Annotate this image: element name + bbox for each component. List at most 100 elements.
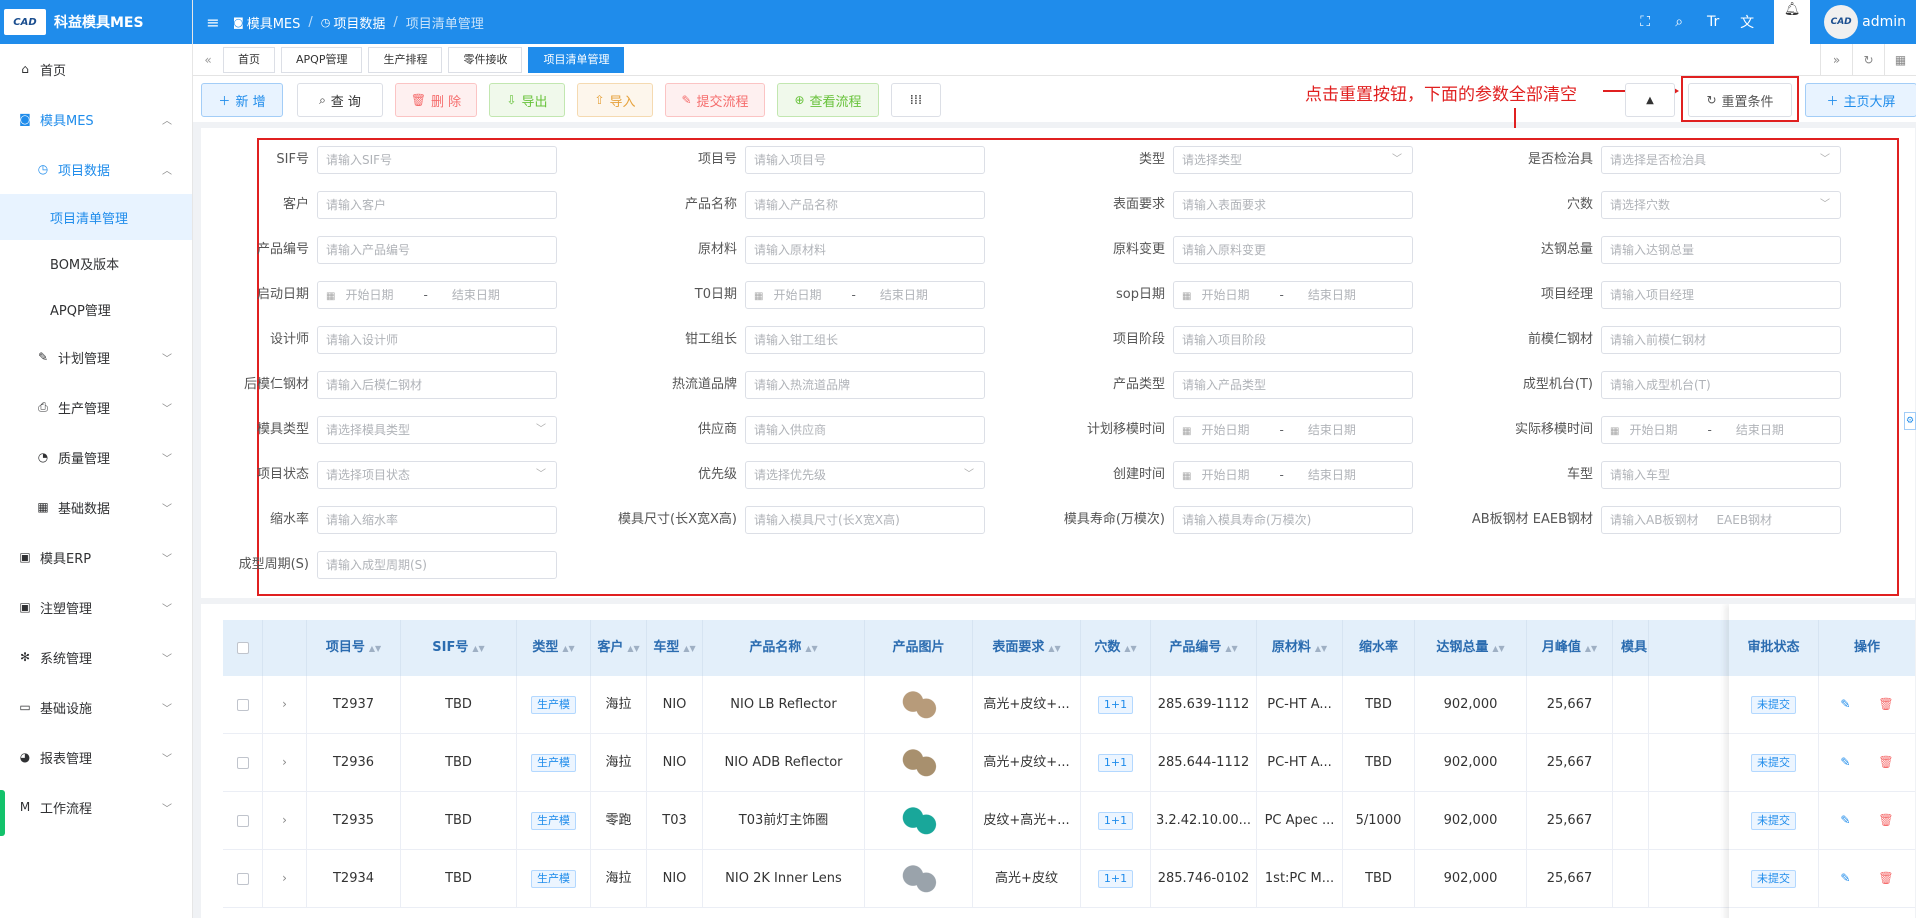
filter-input[interactable]: 请输入SIF号 [317, 146, 557, 174]
menu-toggle-icon[interactable]: ≡ [193, 13, 233, 32]
sidebar-item-infrastructure[interactable]: ▭ 基础设施 ﹀ [0, 682, 192, 732]
product-image[interactable] [898, 861, 939, 896]
chevron-right-icon[interactable]: › [282, 813, 287, 827]
fullscreen-icon[interactable]: ⛶ [1628, 14, 1662, 30]
big-screen-button[interactable]: ＋ 主页大屏 [1805, 83, 1916, 117]
trash-icon[interactable]: 🗑︎ [1878, 871, 1893, 885]
sort-icon[interactable]: ▲▼ [1124, 644, 1136, 653]
sidebar-item-system[interactable]: ✻ 系统管理 ﹀ [0, 632, 192, 682]
trash-icon[interactable]: 🗑︎ [1878, 813, 1893, 827]
sort-icon[interactable]: ▲▼ [627, 644, 639, 653]
checkbox[interactable] [236, 698, 249, 711]
filter-input[interactable]: 请输入客户 [317, 191, 557, 219]
column-header[interactable]: 类型 ▲▼ [517, 620, 591, 676]
sort-icon[interactable]: ▲▼ [1492, 644, 1504, 653]
filter-input[interactable]: 请输入产品编号 [317, 236, 557, 264]
column-header[interactable]: SIF号 ▲▼ [401, 620, 517, 676]
date-range-picker[interactable]: ▦ 开始日期 - 结束日期 [1173, 281, 1413, 309]
edit-icon[interactable]: ✎ [1840, 697, 1850, 711]
settings-side-icon[interactable]: ⚙ [1904, 412, 1916, 430]
filter-input[interactable]: 请输入设计师 [317, 326, 557, 354]
font-size-icon[interactable]: Tr [1696, 14, 1730, 30]
edit-icon[interactable]: ✎ [1840, 755, 1850, 769]
date-range-picker[interactable]: ▦ 开始日期 - 结束日期 [1173, 416, 1413, 444]
filter-input[interactable]: 请输入原材料 [745, 236, 985, 264]
checkbox[interactable] [236, 872, 249, 885]
date-range-picker[interactable]: ▦ 开始日期 - 结束日期 [1601, 416, 1841, 444]
submit-flow-button[interactable]: ✎ 提交流程 [665, 83, 765, 117]
column-header[interactable]: 客户 ▲▼ [591, 620, 647, 676]
column-header[interactable]: 车型 ▲▼ [647, 620, 703, 676]
reset-button[interactable]: ↻ 重置条件 [1688, 83, 1792, 117]
filter-input[interactable]: 请输入缩水率 [317, 506, 557, 534]
tab-schedule[interactable]: 生产排程 [368, 46, 443, 73]
checkbox[interactable] [236, 641, 249, 654]
checkbox[interactable] [236, 756, 249, 769]
chevron-right-icon[interactable]: › [282, 871, 287, 885]
delete-button[interactable]: 🗑︎ 删 除 [395, 83, 477, 117]
sort-icon[interactable]: ▲▼ [1315, 644, 1327, 653]
sort-icon[interactable]: ▲▼ [1585, 644, 1597, 653]
filter-input[interactable]: 请输入后模仁钢材 [317, 371, 557, 399]
date-range-picker[interactable]: ▦ 开始日期 - 结束日期 [1173, 461, 1413, 489]
sidebar-item-mold-mes[interactable]: ◙ 模具MES ︿ [0, 94, 192, 144]
filter-input[interactable]: 请输入供应商 [745, 416, 985, 444]
tab-home[interactable]: 首页 [223, 46, 275, 73]
filter-input[interactable]: 请输入原料变更 [1173, 236, 1413, 264]
view-flow-button[interactable]: ⊕ 查看流程 [777, 83, 879, 117]
filter-input-pair[interactable]: 请输入AB板钢材 EAEB钢材 [1601, 506, 1841, 534]
product-image[interactable] [898, 745, 939, 780]
language-icon[interactable]: 文 [1730, 12, 1764, 32]
product-image[interactable] [898, 687, 939, 722]
filter-select[interactable]: 请选择穴数 ﹀ [1601, 191, 1841, 219]
product-image[interactable] [898, 803, 939, 838]
tabs-scroll-right-icon[interactable]: » [1820, 44, 1852, 76]
tabs-scroll-left-icon[interactable]: « [193, 53, 223, 67]
sort-icon[interactable]: ▲▼ [562, 644, 574, 653]
tab-menu-icon[interactable]: ▦ [1884, 44, 1916, 76]
sort-icon[interactable]: ▲▼ [805, 644, 817, 653]
column-header[interactable]: 穴数 ▲▼ [1081, 620, 1151, 676]
tab-apqp[interactable]: APQP管理 [281, 46, 363, 73]
query-button[interactable]: ⌕ 查 询 [297, 83, 383, 117]
filter-select[interactable]: 请选择项目状态 ﹀ [317, 461, 557, 489]
add-button[interactable]: ＋ 新 增 [201, 83, 283, 117]
table-row[interactable]: › T2936 TBD 生产模 海拉 NIO NIO ADB Reflector 高光+皮纹+… [223, 734, 1915, 792]
column-header[interactable]: 表面要求 ▲▼ [973, 620, 1081, 676]
sort-icon[interactable]: ▲▼ [683, 644, 695, 653]
filter-input[interactable]: 请输入产品名称 [745, 191, 985, 219]
sidebar-item-reports[interactable]: ◕ 报表管理 ﹀ [0, 732, 192, 782]
chevron-right-icon[interactable]: › [282, 697, 287, 711]
sort-icon[interactable]: ▲▼ [1048, 644, 1060, 653]
filter-input[interactable]: 请输入成型机台(T) [1601, 371, 1841, 399]
table-row[interactable]: › T2935 TBD 生产模 零跑 T03 T03前灯主饰圈 皮纹+高光+... 1+1 3.2… [223, 792, 1915, 850]
filter-select[interactable]: 请选择优先级 ﹀ [745, 461, 985, 489]
collapse-filter-button[interactable]: ▲ [1625, 83, 1675, 117]
filter-input[interactable]: 请输入模具寿命(万模次) [1173, 506, 1413, 534]
tab-parts-receive[interactable]: 零件接收 [448, 46, 523, 73]
filter-input[interactable]: 请输入项目经理 [1601, 281, 1841, 309]
trash-icon[interactable]: 🗑︎ [1878, 755, 1893, 769]
filter-input[interactable]: 请输入模具尺寸(长X宽X高) [745, 506, 985, 534]
sidebar-item-injection[interactable]: ▣ 注塑管理 ﹀ [0, 582, 192, 632]
edit-icon[interactable]: ✎ [1840, 813, 1850, 827]
filter-select[interactable]: 请选择是否检治具 ﹀ [1601, 146, 1841, 174]
sort-icon[interactable]: ▲▼ [369, 644, 381, 653]
chevron-right-icon[interactable]: › [282, 755, 287, 769]
filter-input[interactable]: 请输入钳工组长 [745, 326, 985, 354]
select-all-checkbox[interactable] [223, 620, 263, 676]
column-header[interactable]: 产品编号 ▲▼ [1151, 620, 1257, 676]
username[interactable]: admin [1862, 14, 1906, 30]
date-range-picker[interactable]: ▦ 开始日期 - 结束日期 [317, 281, 557, 309]
column-header[interactable]: 项目号 ▲▼ [307, 620, 401, 676]
column-settings-button[interactable]: ⁞⁞⁞ [891, 83, 941, 117]
column-header[interactable]: 原材料 ▲▼ [1257, 620, 1343, 676]
refresh-icon[interactable]: ↻ [1852, 44, 1884, 76]
edit-icon[interactable]: ✎ [1840, 871, 1850, 885]
column-header[interactable]: 产品名称 ▲▼ [703, 620, 865, 676]
sort-icon[interactable]: ▲▼ [472, 644, 484, 653]
filter-input[interactable]: 请输入产品类型 [1173, 371, 1413, 399]
sort-icon[interactable]: ▲▼ [1225, 644, 1237, 653]
bell-icon[interactable]: 🔔︎ [1774, 0, 1811, 44]
filter-input[interactable]: 请输入项目号 [745, 146, 985, 174]
